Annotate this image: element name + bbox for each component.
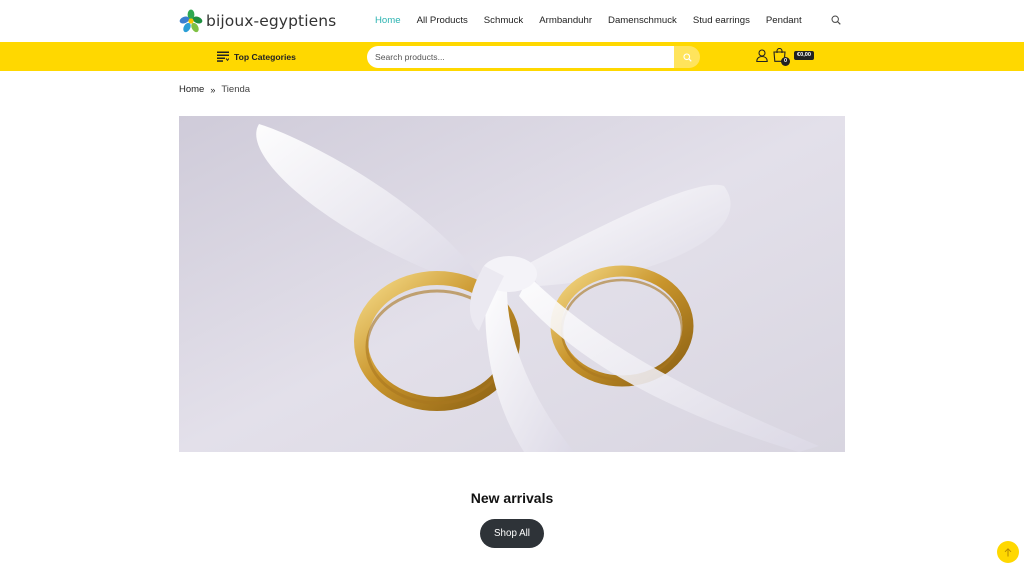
nav-item-stud-earrings[interactable]: Stud earrings (693, 15, 750, 26)
product-search-input[interactable] (367, 46, 675, 68)
brand-name: bijoux-egyptiens (206, 12, 337, 30)
search-icon (682, 52, 692, 62)
category-search-bar: Top Categories (0, 42, 1024, 71)
nav-item-pendant[interactable]: Pendant (766, 15, 802, 26)
double-chevron-right-icon: » (210, 84, 216, 95)
nav-item-home[interactable]: Home (375, 15, 401, 26)
nav-item-armbanduhr[interactable]: Armbanduhr (539, 15, 592, 26)
shop-all-button[interactable]: Shop All (480, 519, 544, 548)
section-title: New arrivals (470, 490, 554, 506)
nav-item-all-products[interactable]: All Products (417, 15, 468, 26)
menu-list-icon (217, 51, 229, 62)
top-categories-label: Top Categories (234, 51, 296, 62)
scroll-to-top-button[interactable] (997, 541, 1019, 563)
cart-count-badge: 0 (781, 57, 790, 66)
nav-item-damenschmuck[interactable]: Damenschmuck (608, 15, 677, 26)
top-categories-button[interactable]: Top Categories (217, 51, 296, 62)
product-search (367, 46, 700, 68)
site-header: bijoux-egyptiens Home All Products Schmu… (0, 0, 1024, 42)
breadcrumb: Home » Tienda (179, 84, 250, 95)
user-account-icon[interactable] (756, 49, 768, 62)
main-nav: Home All Products Schmuck Armbanduhr Dam… (375, 15, 818, 26)
arrow-up-icon (1004, 547, 1012, 556)
breadcrumb-current: Tienda (221, 84, 251, 95)
breadcrumb-home-link[interactable]: Home (179, 84, 204, 95)
cart-total-badge[interactable]: €0,00 (794, 51, 814, 60)
flower-logo-icon (179, 9, 203, 33)
search-icon[interactable] (831, 15, 841, 25)
nav-item-schmuck[interactable]: Schmuck (484, 15, 523, 26)
search-submit-button[interactable] (674, 46, 700, 68)
site-logo[interactable]: bijoux-egyptiens (179, 9, 336, 33)
hero-banner-image (179, 116, 845, 452)
